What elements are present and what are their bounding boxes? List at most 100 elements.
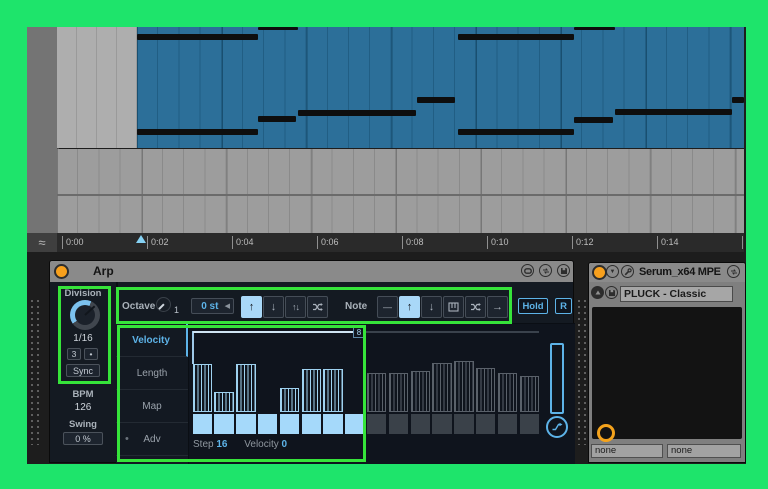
step-status-readout: Step 16 Velocity 0	[193, 439, 287, 450]
dotted-button[interactable]: •	[84, 348, 98, 360]
tab-map[interactable]: Map	[116, 390, 188, 423]
step-enable-square[interactable]	[258, 414, 278, 434]
velocity-range-slider[interactable]	[550, 343, 564, 414]
fold-icon[interactable]: ▼	[606, 265, 619, 278]
param-slot-right[interactable]: none	[667, 444, 741, 458]
step-enable-square[interactable]	[476, 414, 496, 434]
step-enable-square[interactable]	[411, 414, 431, 434]
step-enable-square[interactable]	[323, 414, 343, 434]
step-enable-square[interactable]	[280, 414, 300, 434]
velocity-step-bar[interactable]	[323, 369, 343, 412]
octave-knob[interactable]	[156, 297, 171, 312]
step-enable-square[interactable]	[498, 414, 518, 434]
velocity-step-bar[interactable]	[236, 364, 256, 412]
device-on-led[interactable]	[592, 265, 607, 280]
device-on-led[interactable]	[54, 264, 69, 279]
midi-clip-display[interactable]	[57, 27, 744, 148]
note-chord-button[interactable]	[443, 296, 464, 318]
midi-note[interactable]	[258, 116, 296, 122]
param-slot-left[interactable]: none	[591, 444, 663, 458]
step-enable-square[interactable]	[302, 414, 322, 434]
midi-note[interactable]	[258, 27, 298, 30]
note-right-button[interactable]: →	[487, 296, 508, 318]
step-enable-square[interactable]	[520, 414, 540, 434]
playhead-marker-icon[interactable]	[136, 235, 146, 243]
step-enable-square[interactable]	[214, 414, 234, 434]
preset-name-field[interactable]: PLUCK - Classic	[620, 286, 733, 302]
velocity-step-bar[interactable]	[432, 363, 452, 412]
save-preset-icon[interactable]	[557, 264, 570, 277]
device-drag-handle[interactable]	[578, 300, 586, 445]
hotswap-icon[interactable]	[539, 264, 552, 277]
wave-icon[interactable]: ≈	[27, 233, 59, 252]
plugin-panel[interactable]	[592, 307, 742, 439]
velocity-step-bar[interactable]	[280, 388, 300, 412]
step-enable-square[interactable]	[193, 414, 213, 434]
velocity-step-bar[interactable]	[498, 373, 518, 412]
step-enable-square[interactable]	[432, 414, 452, 434]
midi-note[interactable]	[574, 117, 613, 123]
velocity-step-bar[interactable]	[214, 392, 234, 412]
velocity-step-bar[interactable]	[193, 364, 213, 412]
device-drag-handle[interactable]	[31, 300, 39, 445]
retrigger-button[interactable]: R	[555, 298, 572, 314]
arp-title-bar[interactable]: Arp	[50, 261, 573, 282]
velocity-step-bar[interactable]	[454, 361, 474, 412]
step-value[interactable]: 16	[216, 439, 227, 450]
velocity-step-bar[interactable]	[302, 369, 322, 412]
midi-note[interactable]	[574, 27, 615, 30]
midi-note[interactable]	[615, 109, 732, 115]
beat-time-ruler[interactable]: 0:000:020:040:060:080:100:120:140:16	[57, 233, 744, 252]
midi-note[interactable]	[137, 129, 258, 135]
midi-note[interactable]	[458, 129, 574, 135]
hotswap-icon[interactable]	[727, 265, 740, 278]
octave-random-button[interactable]	[307, 296, 328, 318]
track-lane[interactable]	[57, 196, 744, 233]
step-sequencer-display[interactable]: 8 Step 16 Velocity 0	[189, 324, 575, 464]
division-value[interactable]: 1/16	[50, 333, 116, 344]
wrench-icon[interactable]	[621, 265, 634, 278]
random-steps-icon[interactable]	[546, 416, 568, 438]
velocity-step-bar[interactable]	[476, 368, 496, 412]
triplet-button[interactable]: 3	[67, 348, 81, 360]
octave-down-button[interactable]: ↓	[263, 296, 284, 318]
velocity-step-bar[interactable]	[520, 376, 540, 412]
velocity-step-bar[interactable]	[411, 371, 431, 412]
note-up-button[interactable]: ↑	[399, 296, 420, 318]
midi-note[interactable]	[417, 97, 455, 103]
xy-handle-icon[interactable]	[597, 424, 615, 442]
loop-icon[interactable]	[521, 264, 534, 277]
ruler-label: 0:16	[742, 236, 744, 249]
bpm-value[interactable]: 126	[50, 402, 116, 413]
plugin-window-icon[interactable]	[591, 286, 604, 299]
swing-value[interactable]: 0 %	[63, 432, 103, 445]
note-off-button[interactable]: —	[377, 296, 398, 318]
step-enable-square[interactable]	[345, 414, 365, 434]
midi-note[interactable]	[298, 110, 416, 116]
step-enable-square[interactable]	[389, 414, 409, 434]
step-enable-square[interactable]	[236, 414, 256, 434]
serum-title-bar[interactable]: ▼ Serum_x64 MPE	[589, 263, 745, 282]
octave-up-button[interactable]: ↑	[241, 296, 262, 318]
octave-updown-button[interactable]: ↑↓	[285, 296, 306, 318]
midi-note[interactable]	[458, 34, 574, 40]
step-enable-square[interactable]	[454, 414, 474, 434]
sync-button[interactable]: Sync	[66, 364, 100, 377]
track-lane[interactable]	[57, 149, 744, 196]
midi-note[interactable]	[732, 97, 744, 103]
note-down-button[interactable]: ↓	[421, 296, 442, 318]
midi-note[interactable]	[137, 34, 258, 40]
tab-length[interactable]: Length	[116, 357, 188, 390]
velocity-step-bar[interactable]	[389, 373, 409, 412]
velocity-value[interactable]: 0	[282, 439, 288, 450]
ruler-label: 0:00	[62, 236, 84, 249]
velocity-step-bar[interactable]	[367, 373, 387, 412]
step-enable-square[interactable]	[367, 414, 387, 434]
tab-adv[interactable]: •Adv	[116, 423, 188, 456]
transpose-chooser[interactable]: 0 st ◀	[191, 298, 234, 314]
note-random-button[interactable]	[465, 296, 486, 318]
save-preset-icon[interactable]	[605, 286, 618, 299]
tab-velocity[interactable]: Velocity	[116, 324, 188, 357]
hold-button[interactable]: Hold	[518, 298, 548, 314]
division-knob[interactable]	[70, 300, 100, 330]
